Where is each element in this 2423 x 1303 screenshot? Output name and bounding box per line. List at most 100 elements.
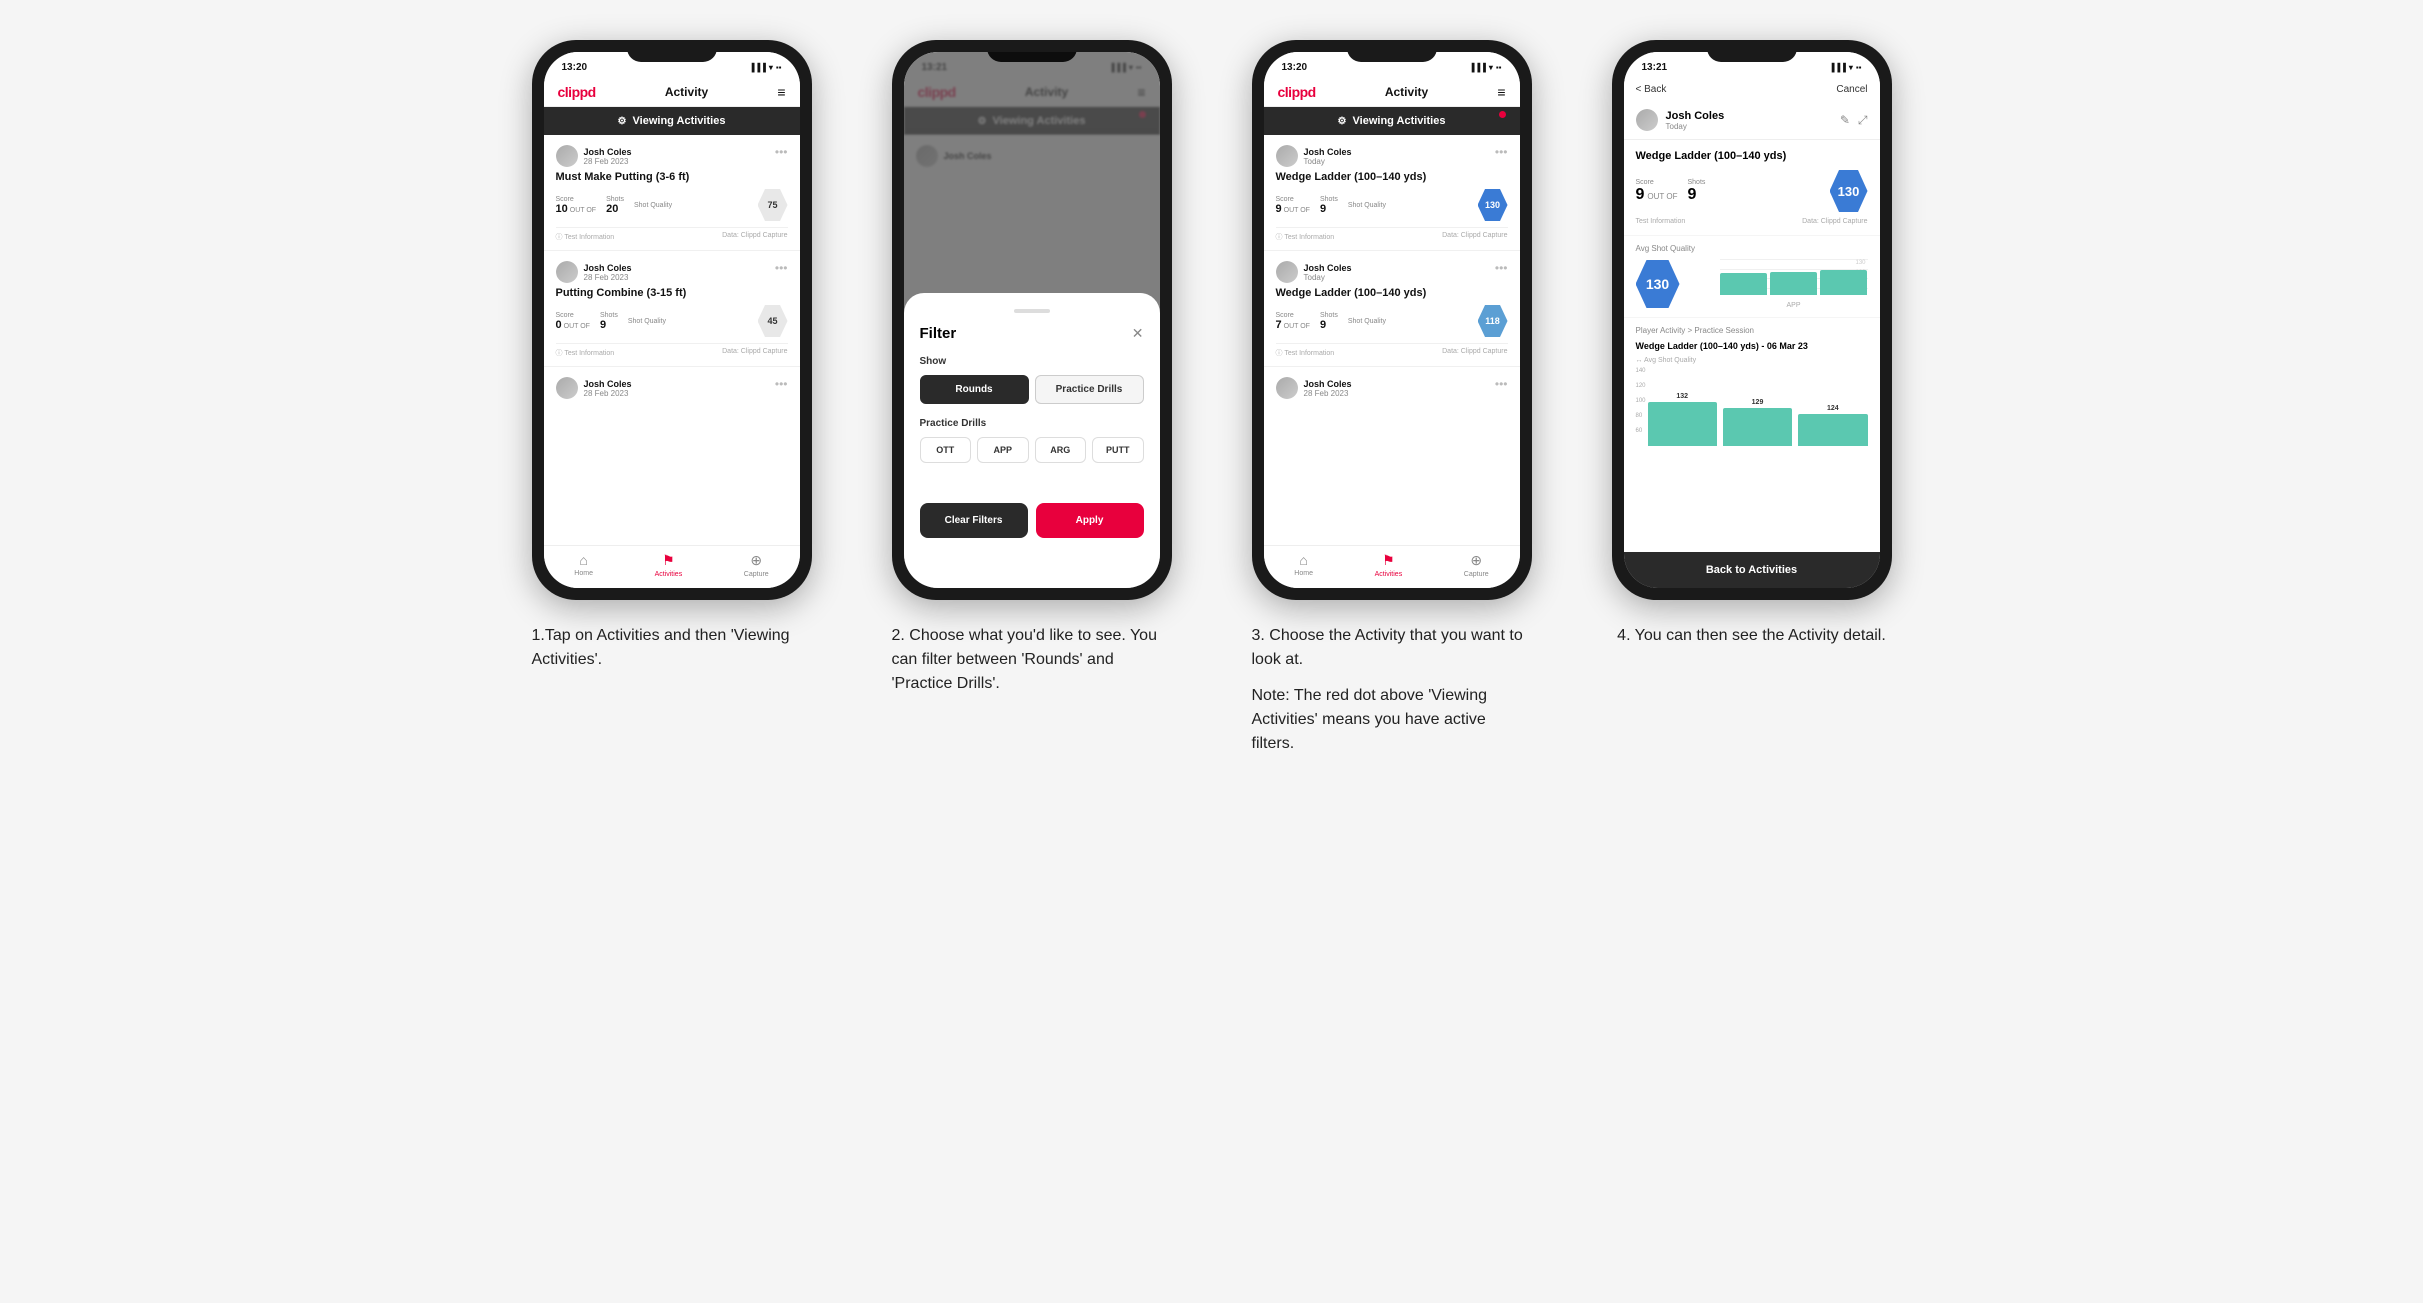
nav-activities-3[interactable]: ⚑ Activities [1375, 552, 1403, 578]
detail-user-row: Josh Coles Today ✎ ⤢ [1624, 101, 1880, 140]
mini-bar-3 [1820, 270, 1867, 295]
card-title-1-2: Putting Combine (3-15 ft) [556, 287, 788, 299]
phone-screen-3: 13:20 ▐▐▐ ▾ ▪▪ clippd Activity ≡ ⚙ Vie [1264, 52, 1520, 588]
bottom-nav-1: ⌂ Home ⚑ Activities ⊕ Capture [544, 545, 800, 588]
edit-icon[interactable]: ✎ [1840, 113, 1850, 128]
status-icons-3: ▐▐▐ ▾ ▪▪ [1469, 63, 1502, 72]
phone-notch-1 [627, 40, 717, 62]
practice-drills-label: Practice Drills [920, 418, 1144, 429]
nav-capture-3[interactable]: ⊕ Capture [1464, 552, 1489, 578]
user-name-3-3: Josh Coles [1304, 379, 1508, 389]
user-date-3-1: Today [1304, 157, 1508, 166]
drill-arg[interactable]: ARG [1035, 437, 1087, 463]
detail-sq-hex: 130 [1830, 170, 1868, 212]
detail-user-sub: Today [1666, 122, 1832, 131]
activity-card-3-3[interactable]: Josh Coles 28 Feb 2023 ••• [1264, 367, 1520, 545]
sq-block-1-2: Shot Quality [628, 318, 666, 325]
detail-shots-stat: Shots 9 [1687, 179, 1705, 204]
bar-chart-y-axis: 140 120 100 80 60 [1636, 368, 1646, 448]
shots-value-1-1: 20 [606, 203, 624, 215]
score-label-1-1: Score [556, 196, 597, 203]
nav-activities-1[interactable]: ⚑ Activities [655, 552, 683, 578]
activity-card-3-2[interactable]: Josh Coles Today ••• Wedge Ladder (100–1… [1264, 251, 1520, 366]
nav-capture-1[interactable]: ⊕ Capture [744, 552, 769, 578]
user-row-1-3: Josh Coles 28 Feb 2023 ••• [556, 377, 788, 399]
menu-icon-3: ≡ [1497, 84, 1505, 100]
card-title-1-1: Must Make Putting (3-6 ft) [556, 171, 788, 183]
shots-block-1-2: Shots 9 [600, 312, 618, 331]
viewing-banner-3[interactable]: ⚙ Viewing Activities [1264, 107, 1520, 135]
phone-4: 13:21 ▐▐▐ ▾ ▪▪ < Back Cancel Josh [1612, 40, 1892, 600]
activity-card-1-3[interactable]: Josh Coles 28 Feb 2023 ••• [544, 367, 800, 545]
clear-filters-button[interactable]: Clear Filters [920, 503, 1028, 538]
step-2-column: 13:21 ▐▐▐ ▾ ▪▪ clippd Activity ≡ ⚙ Vie [872, 40, 1192, 756]
cancel-button[interactable]: Cancel [1836, 84, 1867, 95]
phone-2: 13:21 ▐▐▐ ▾ ▪▪ clippd Activity ≡ ⚙ Vie [892, 40, 1172, 600]
detail-content: Wedge Ladder (100–140 yds) Score 9 OUT O… [1624, 140, 1880, 552]
bar-item-1: 132 [1648, 393, 1717, 448]
activity-card-3-1[interactable]: Josh Coles Today ••• Wedge Ladder (100–1… [1264, 135, 1520, 250]
status-icons-1: ▐▐▐ ▾ ▪▪ [749, 63, 782, 72]
detail-test-info: Test Information [1636, 218, 1686, 225]
battery-icon: ▪▪ [776, 63, 782, 72]
step-1-column: 13:20 ▐▐▐ ▾ ▪▪ clippd Activity ≡ ⚙ Vie [512, 40, 832, 756]
nav-home-3[interactable]: ⌂ Home [1294, 552, 1313, 578]
filter-modal-overlay: Filter ✕ Show Rounds Practice Drills Pra… [904, 52, 1160, 588]
detail-activity-title: Wedge Ladder (100–140 yds) [1636, 150, 1868, 162]
modal-close-button[interactable]: ✕ [1132, 325, 1144, 342]
drill-app[interactable]: APP [977, 437, 1029, 463]
activity-card-1-2[interactable]: Josh Coles 28 Feb 2023 ••• Putting Combi… [544, 251, 800, 366]
caption-3-container: 3. Choose the Activity that you want to … [1252, 624, 1532, 756]
mini-chart-label: APP [1720, 302, 1868, 309]
show-filter-group: Rounds Practice Drills [920, 375, 1144, 404]
card-menu-1-2[interactable]: ••• [775, 261, 788, 275]
home-icon-1: ⌂ [579, 552, 587, 568]
activities-icon-1: ⚑ [662, 552, 675, 569]
activities-icon-3: ⚑ [1382, 552, 1395, 569]
test-info-1-1: ⓘ Test Information [556, 232, 615, 242]
user-row-1-1: Josh Coles 28 Feb 2023 ••• [556, 145, 788, 167]
card-title-3-2: Wedge Ladder (100–140 yds) [1276, 287, 1508, 299]
mini-bar-1 [1720, 273, 1767, 295]
screen-content-1: Josh Coles 28 Feb 2023 ••• Must Make Put… [544, 135, 800, 545]
rounds-btn[interactable]: Rounds [920, 375, 1029, 404]
activity-card-1-1[interactable]: Josh Coles 28 Feb 2023 ••• Must Make Put… [544, 135, 800, 250]
back-to-activities-button[interactable]: Back to Activities [1624, 552, 1880, 588]
card-footer-1-1: ⓘ Test Information Data: Clippd Capture [556, 227, 788, 242]
phone-3: 13:20 ▐▐▐ ▾ ▪▪ clippd Activity ≡ ⚙ Vie [1252, 40, 1532, 600]
nav-title-1: Activity [665, 85, 708, 99]
modal-header: Filter ✕ [920, 325, 1144, 342]
caption-3: 3. Choose the Activity that you want to … [1252, 624, 1532, 672]
phone-notch-4 [1707, 40, 1797, 62]
score-block-1-2: Score 0 OUT OF [556, 312, 590, 331]
detail-data-source: Data: Clippd Capture [1802, 218, 1867, 225]
show-label: Show [920, 356, 1144, 367]
signal-icon-3: ▐▐▐ [1469, 63, 1486, 72]
ps-breadcrumb: Player Activity > Practice Session [1636, 326, 1868, 335]
status-time-4: 13:21 [1642, 62, 1668, 73]
shots-label-1-1: Shots [606, 196, 624, 203]
menu-icon-1: ≡ [777, 84, 785, 100]
drill-putt[interactable]: PUTT [1092, 437, 1144, 463]
drill-ott[interactable]: OTT [920, 437, 972, 463]
user-date-3-2: Today [1304, 273, 1508, 282]
viewing-banner-1[interactable]: ⚙ Viewing Activities [544, 107, 800, 135]
card-menu-1-3[interactable]: ••• [775, 377, 788, 391]
screen-content-3: Josh Coles Today ••• Wedge Ladder (100–1… [1264, 135, 1520, 545]
user-date-1-2: 28 Feb 2023 [584, 273, 788, 282]
status-icons-4: ▐▐▐ ▾ ▪▪ [1829, 63, 1862, 72]
app-nav-1: clippd Activity ≡ [544, 78, 800, 107]
filter-modal: Filter ✕ Show Rounds Practice Drills Pra… [904, 293, 1160, 588]
expand-icon[interactable]: ⤢ [1858, 113, 1868, 128]
user-name-1-1: Josh Coles [584, 147, 788, 157]
practice-session-section: Player Activity > Practice Session Wedge… [1624, 318, 1880, 552]
wifi-icon-4: ▾ [1849, 63, 1853, 72]
card-menu-1-1[interactable]: ••• [775, 145, 788, 159]
apply-button[interactable]: Apply [1036, 503, 1144, 538]
nav-home-1[interactable]: ⌂ Home [574, 552, 593, 578]
modal-title: Filter [920, 325, 957, 342]
phone-screen-1: 13:20 ▐▐▐ ▾ ▪▪ clippd Activity ≡ ⚙ Vie [544, 52, 800, 588]
drill-filter-group: OTT APP ARG PUTT [920, 437, 1144, 463]
back-button[interactable]: < Back [1636, 84, 1667, 95]
practice-drills-btn[interactable]: Practice Drills [1035, 375, 1144, 404]
